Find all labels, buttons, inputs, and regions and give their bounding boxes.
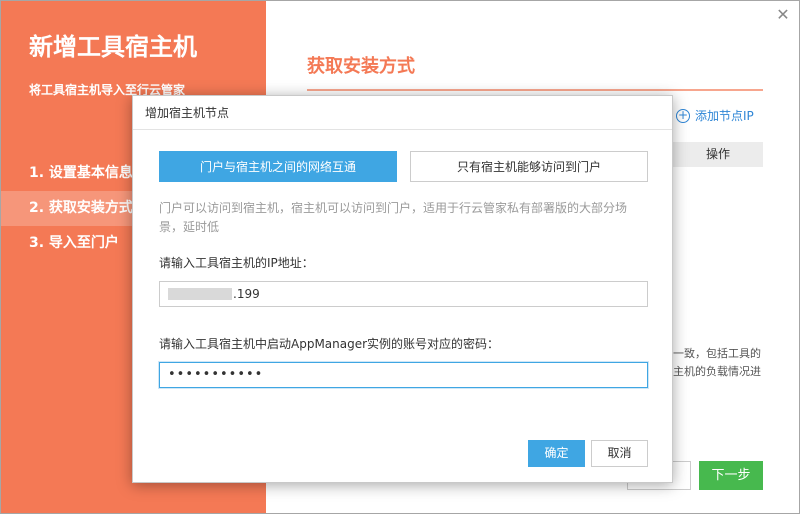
plus-circle-icon: + — [676, 107, 690, 123]
redacted-ip-mask — [168, 287, 232, 300]
section-title: 获取安装方式 — [307, 56, 415, 77]
close-icon[interactable]: ✕ — [775, 7, 791, 23]
dialog-title: 增加宿主机节点 — [133, 96, 672, 130]
tab-host-to-portal-only[interactable]: 只有宿主机能够访问到门户 — [410, 151, 648, 182]
tab-bidirectional-network[interactable]: 门户与宿主机之间的网络互通 — [159, 151, 397, 182]
confirm-button[interactable]: 确定 — [528, 440, 585, 467]
background-description: 一致，包括工具的 主机的负载情况进 — [673, 345, 761, 381]
cancel-button[interactable]: 取消 — [591, 440, 648, 467]
section-divider — [307, 89, 763, 91]
ip-field-label: 请输入工具宿主机的IP地址： — [159, 256, 314, 270]
password-field[interactable]: ••••••••••• — [159, 362, 648, 388]
table-header-actions: 操作 — [673, 142, 763, 167]
background-description-line: 主机的负载情况进 — [673, 365, 761, 378]
network-mode-toggle: 门户与宿主机之间的网络互通 只有宿主机能够访问到门户 — [159, 151, 648, 182]
mode-description: 门户可以访问到宿主机，宿主机可以访问到门户，适用于行云管家私有部署版的大部分场景… — [159, 201, 628, 234]
dialog-body: 门户与宿主机之间的网络互通 只有宿主机能够访问到门户 门户可以访问到宿主机，宿主… — [159, 151, 648, 388]
next-step-button[interactable]: 下一步 — [699, 461, 763, 490]
add-node-ip-label: 添加节点IP — [695, 109, 754, 123]
ip-address-field[interactable]: .199 — [159, 281, 648, 307]
background-description-line: 一致，包括工具的 — [673, 347, 761, 360]
add-node-ip-button[interactable]: + 添加节点IP — [676, 107, 754, 124]
password-field-label: 请输入工具宿主机中启动AppManager实例的账号对应的密码： — [159, 337, 500, 351]
wizard-title: 新增工具宿主机 — [29, 33, 197, 61]
add-host-node-dialog: 增加宿主机节点 门户与宿主机之间的网络互通 只有宿主机能够访问到门户 门户可以访… — [132, 95, 673, 483]
ip-address-value: .199 — [233, 287, 260, 301]
wizard-window: 新增工具宿主机 将工具宿主机导入至行云管家 1. 设置基本信息 2. 获取安装方… — [0, 0, 800, 514]
